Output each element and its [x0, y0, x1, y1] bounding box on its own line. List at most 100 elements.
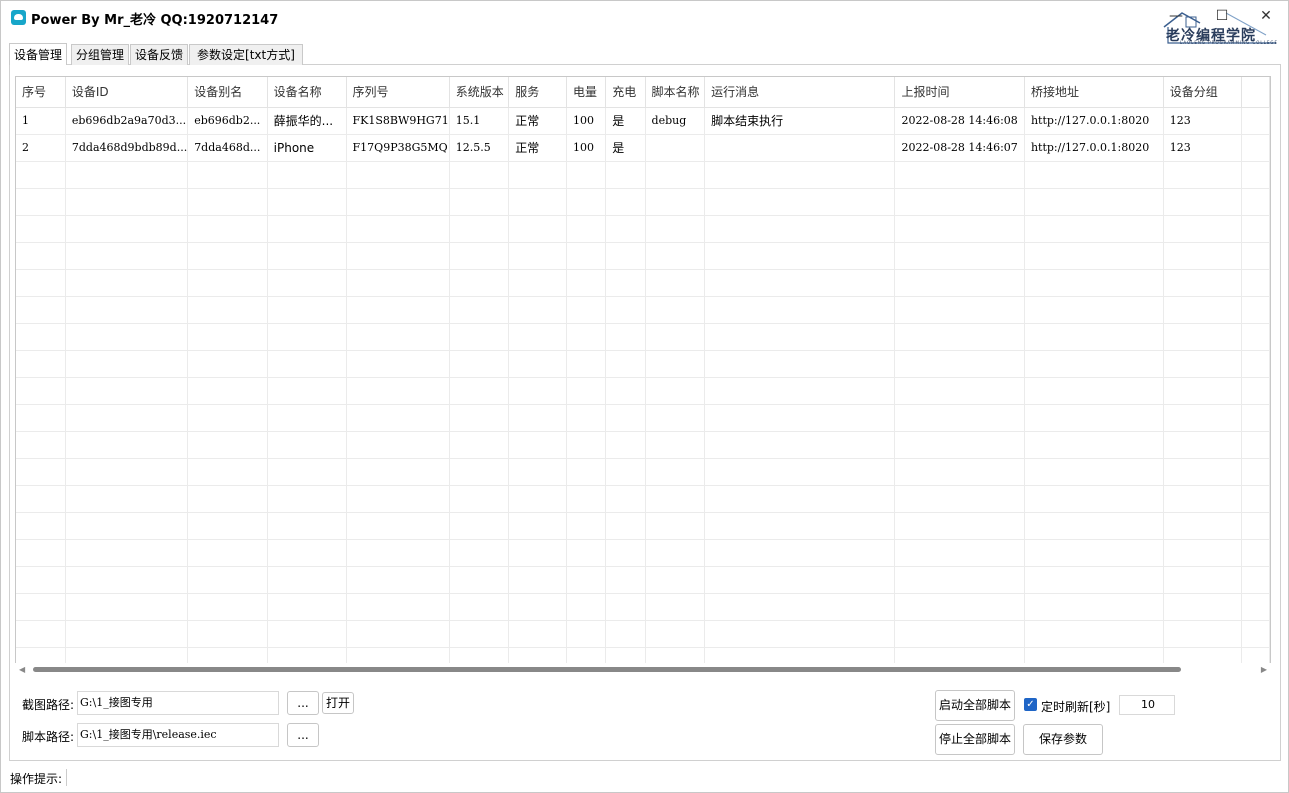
empty-cell	[346, 215, 450, 243]
empty-cell	[566, 593, 607, 621]
empty-cell	[605, 215, 646, 243]
empty-cell	[1163, 458, 1242, 486]
empty-cell	[187, 269, 268, 297]
refresh-interval-input[interactable]: 10	[1119, 695, 1175, 715]
empty-cell	[1024, 242, 1164, 270]
screenshot-path-field[interactable]: G:\1_接图专用	[77, 691, 279, 715]
empty-cell	[16, 593, 66, 621]
column-header[interactable]: 序号	[16, 77, 66, 108]
empty-cell	[449, 296, 510, 324]
empty-cell	[1024, 566, 1164, 594]
empty-cell	[267, 269, 347, 297]
empty-cell	[267, 512, 347, 540]
column-header[interactable]: 系统版本	[449, 77, 510, 108]
column-header[interactable]: 服务	[508, 77, 567, 108]
column-header[interactable]: 设备名称	[267, 77, 347, 108]
empty-row	[16, 323, 1270, 351]
scroll-left-icon[interactable]: ◀	[19, 665, 25, 674]
open-folder-button[interactable]: 打开	[322, 692, 354, 714]
table-cell: 15.1	[449, 107, 510, 135]
empty-cell	[704, 350, 896, 378]
tab-device-feedback[interactable]: 设备反馈	[130, 44, 188, 65]
empty-cell	[16, 512, 66, 540]
maximize-button[interactable]: ☐	[1207, 5, 1237, 27]
empty-cell	[267, 350, 347, 378]
empty-cell	[1163, 566, 1242, 594]
table-cell: 100	[566, 107, 607, 135]
scroll-right-icon[interactable]: ▶	[1261, 665, 1267, 674]
empty-cell	[508, 539, 567, 567]
empty-cell	[346, 296, 450, 324]
table-cell: eb696db2...	[187, 107, 268, 135]
tab-parameter-settings[interactable]: 参数设定[txt方式]	[189, 44, 303, 65]
empty-cell	[65, 539, 189, 567]
empty-cell	[346, 458, 450, 486]
status-divider	[66, 769, 67, 786]
empty-cell	[267, 485, 347, 513]
start-all-scripts-button[interactable]: 启动全部脚本	[935, 690, 1015, 721]
empty-cell	[16, 242, 66, 270]
empty-cell	[187, 620, 268, 648]
empty-cell	[508, 485, 567, 513]
device-grid[interactable]: 序号 设备ID 设备别名 设备名称 序列号 系统版本 服务 电量 充电 脚本名称 运行消息 上报时间桥…	[15, 76, 1271, 675]
screenshot-browse-button[interactable]: ...	[287, 691, 319, 715]
tab-device-management[interactable]: 设备管理	[9, 43, 67, 65]
empty-cell	[449, 215, 510, 243]
empty-cell	[1024, 188, 1164, 216]
empty-cell	[566, 512, 607, 540]
column-header[interactable]: 桥接地址	[1024, 77, 1164, 108]
empty-cell	[16, 458, 66, 486]
empty-cell	[449, 512, 510, 540]
empty-cell	[894, 350, 1025, 378]
empty-cell	[1241, 539, 1270, 567]
empty-cell	[1024, 458, 1164, 486]
empty-cell	[1024, 431, 1164, 459]
column-header[interactable]: 脚本名称	[645, 77, 706, 108]
table-cell: 1	[16, 107, 66, 135]
table-cell: FK1S8BW9HG71	[346, 107, 450, 135]
empty-cell	[645, 323, 706, 351]
script-browse-button[interactable]: ...	[287, 723, 319, 747]
empty-cell	[16, 296, 66, 324]
empty-cell	[1241, 593, 1270, 621]
empty-cell	[1024, 593, 1164, 621]
empty-cell	[605, 539, 646, 567]
column-header[interactable]: 上报时间	[894, 77, 1025, 108]
column-header[interactable]: 设备别名	[187, 77, 268, 108]
stop-all-scripts-button[interactable]: 停止全部脚本	[935, 724, 1015, 755]
column-header[interactable]	[1241, 77, 1270, 108]
script-path-field[interactable]: G:\1_接图专用\release.iec	[77, 723, 279, 747]
empty-cell	[508, 404, 567, 432]
column-header[interactable]: 序列号	[346, 77, 450, 108]
table-row[interactable]: 1 eb696db2a9a70d3... eb696db2... 薛振华的... FK1…	[16, 107, 1270, 135]
empty-cell	[16, 539, 66, 567]
column-header[interactable]: 充电	[605, 77, 646, 108]
empty-cell	[187, 512, 268, 540]
save-params-button[interactable]: 保存参数	[1023, 724, 1103, 755]
scrollbar-thumb[interactable]	[33, 667, 1181, 672]
empty-cell	[1024, 377, 1164, 405]
empty-cell	[645, 296, 706, 324]
empty-row	[16, 620, 1270, 648]
empty-cell	[65, 485, 189, 513]
column-header[interactable]: 设备ID	[65, 77, 189, 108]
horizontal-scrollbar[interactable]: ◀ ▶	[15, 663, 1271, 675]
empty-cell	[645, 431, 706, 459]
empty-cell	[894, 215, 1025, 243]
minimize-button[interactable]: —	[1161, 5, 1191, 27]
empty-cell	[566, 242, 607, 270]
close-button[interactable]: ✕	[1251, 5, 1281, 27]
empty-row	[16, 512, 1270, 540]
column-header[interactable]: 设备分组	[1163, 77, 1242, 108]
column-header[interactable]: 电量	[566, 77, 607, 108]
tab-group-management[interactable]: 分组管理	[71, 44, 129, 65]
table-cell: 薛振华的...	[267, 107, 347, 135]
column-header[interactable]: 运行消息	[704, 77, 896, 108]
empty-cell	[1163, 242, 1242, 270]
auto-refresh-checkbox[interactable]: ✓	[1024, 698, 1037, 711]
empty-cell	[16, 350, 66, 378]
empty-cell	[605, 296, 646, 324]
window-title: Power By Mr_老冷 QQ:1920712147	[31, 13, 279, 28]
table-row[interactable]: 2 7dda468d9bdb89d... 7dda468d... iPhone F17Q…	[16, 134, 1270, 162]
empty-cell	[704, 458, 896, 486]
